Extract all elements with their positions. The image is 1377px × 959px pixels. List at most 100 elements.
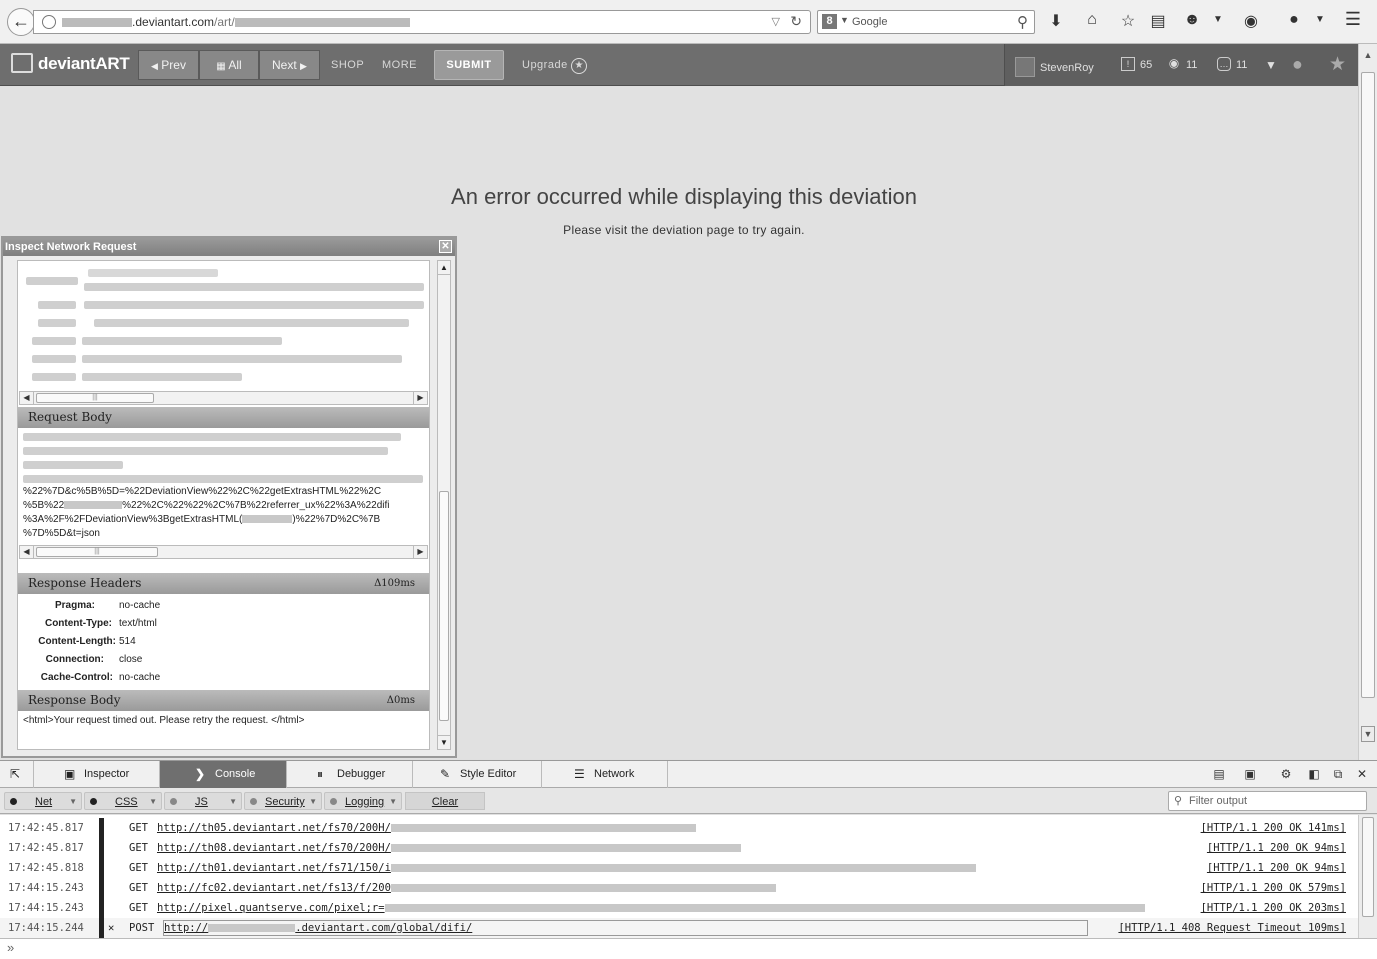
addon-leaf-icon[interactable]: ● [1283,11,1305,29]
bookmark-star-icon[interactable]: ☆ [1117,11,1139,31]
scroll-left-icon[interactable]: ◀ [20,546,34,558]
download-icon[interactable]: ⬇ [1045,11,1067,31]
responsive-mode-icon[interactable]: ▣ [1241,767,1259,781]
chevron-down-icon[interactable]: ▼ [1309,14,1331,25]
site-logo[interactable]: deviantART [11,52,130,75]
notifications-button[interactable]: ! 65 [1121,57,1152,72]
log-entry-error[interactable]: 17:44:15.244 ✕ POST http://.deviantart.c… [0,918,1360,938]
scrollbar-thumb[interactable] [1361,72,1375,698]
bookmarks-list-icon[interactable]: ▤ [1147,11,1169,31]
tab-network[interactable]: ☰ Network [542,761,668,788]
chevron-down-icon[interactable]: ▼ [1207,14,1229,25]
scroll-right-icon[interactable]: ▶ [413,546,427,558]
console-scrollbar[interactable] [1358,815,1377,938]
back-arrow-icon: ← [12,11,30,31]
split-console-icon[interactable]: ▤ [1210,767,1228,781]
net-category-marker [99,838,104,858]
close-icon[interactable]: ✕ [439,240,452,253]
devtools-toolbar: ⇱ ▣ Inspector ❯ Console ⏸ Debugger ✎ Style E… [0,760,1377,788]
dock-side-icon[interactable]: ◧ [1305,767,1323,781]
log-entry[interactable]: 17:44:15.243 GET http://pixel.quantserve… [0,898,1360,918]
address-bar[interactable]: .deviantart.com/art/ ▽ ↻ [33,10,811,34]
filter-output-input[interactable]: ⚲ Filter output [1168,791,1367,811]
watch-button[interactable]: ◉ 11 [1167,56,1198,72]
url-dropdown-icon[interactable]: ▽ [772,15,780,28]
log-url[interactable]: http://.deviantart.com/global/difi/ [163,920,1088,936]
tab-inspector[interactable]: ▣ Inspector [34,761,160,788]
console-input[interactable]: » [0,938,1377,959]
submit-button[interactable]: SUBMIT [434,50,504,80]
addon-face-icon[interactable]: ☻ [1181,11,1203,29]
filter-net[interactable]: Net ▼ [4,792,82,810]
log-url[interactable]: http://th05.deviantart.net/fs70/200H/ [157,818,737,838]
console-output: 17:42:45.817 GET http://th05.deviantart.… [0,815,1360,938]
binoculars-icon: ◉ [1168,56,1180,70]
filter-css[interactable]: CSS ▼ [84,792,162,810]
back-button[interactable]: ← [7,8,35,36]
undock-icon[interactable]: ⧉ [1329,767,1347,782]
user-profile[interactable]: StevenRoy [1015,57,1094,78]
search-icon[interactable]: ⚲ [1017,13,1028,31]
gear-icon[interactable]: ⚙ [1277,767,1295,781]
chevron-down-icon[interactable]: ▼ [1265,58,1277,72]
reload-icon[interactable]: ↻ [790,13,802,30]
upgrade-link[interactable]: Upgrade ★ [522,58,588,74]
grid-icon: ▦ [216,61,226,72]
tab-console[interactable]: ❯ Console [160,761,287,788]
filter-security[interactable]: Security ▼ [244,792,322,810]
close-icon[interactable]: ✕ [1353,767,1371,781]
next-button[interactable]: Next ▶ [259,50,320,80]
shop-link[interactable]: SHOP [331,59,364,71]
log-url[interactable]: http://fc02.deviantart.net/fs13/f/200 [157,878,807,898]
search-engine-icon[interactable]: 8 [822,14,837,29]
all-button[interactable]: ▦ All [199,50,259,80]
scroll-down-icon[interactable]: ▼ [1361,726,1375,742]
request-body-header[interactable]: Request Body [18,407,429,428]
scroll-left-icon[interactable]: ◀ [20,392,34,404]
home-icon[interactable]: ⌂ [1081,11,1103,29]
redacted-segment [390,844,741,852]
redacted-header-key [26,277,78,285]
redacted-header-key [32,337,76,345]
chevron-down-icon: ▼ [229,797,237,806]
filter-logging[interactable]: Logging ▼ [324,792,402,810]
log-entry[interactable]: 17:42:45.817 GET http://th08.deviantart.… [0,838,1360,858]
friends-icon[interactable]: ● [1292,54,1303,75]
menu-icon[interactable]: ☰ [1342,9,1364,30]
tab-debugger[interactable]: ⏸ Debugger [287,761,413,788]
header-row: Connection: close [45,654,143,665]
scroll-right-icon[interactable]: ▶ [413,392,427,404]
response-headers-header[interactable]: Response Headers Δ109ms [18,573,429,594]
clear-button[interactable]: Clear [405,792,485,810]
comments-button[interactable]: … 11 [1217,57,1247,72]
scrollbar-thumb[interactable] [1362,817,1374,917]
scrollbar-thumb[interactable]: ||| [36,393,154,403]
log-entry[interactable]: 17:44:15.243 GET http://fc02.deviantart.… [0,878,1360,898]
scrollbar-thumb[interactable] [439,491,449,721]
redacted-body-line [23,447,388,455]
log-url[interactable]: http://pixel.quantserve.com/pixel;r= [157,898,1177,918]
filter-js[interactable]: JS ▼ [164,792,242,810]
prev-button[interactable]: ◀ Prev [138,50,199,80]
scroll-down-icon[interactable]: ▼ [438,735,450,749]
scrollbar-thumb[interactable]: ||| [36,547,158,557]
page-scrollbar[interactable]: ▲ ▼ [1358,44,1377,760]
tab-style-editor[interactable]: ✎ Style Editor [413,761,542,788]
search-bar[interactable]: 8 ▼ Google ⚲ [817,10,1035,34]
scroll-up-icon[interactable]: ▲ [1361,50,1375,66]
headers-hscrollbar[interactable]: ◀ ||| ▶ [19,391,428,405]
adblock-icon[interactable]: ◉ [1240,11,1262,31]
scroll-up-icon[interactable]: ▲ [438,261,450,275]
chevron-down-icon[interactable]: ▼ [840,15,849,25]
response-body-header[interactable]: Response Body Δ0ms [18,690,429,711]
dialog-titlebar[interactable]: Inspect Network Request ✕ [3,238,455,256]
log-url[interactable]: http://th01.deviantart.net/fs71/150/i [157,858,1007,878]
log-entry[interactable]: 17:42:45.818 GET http://th01.deviantart.… [0,858,1360,878]
log-entry[interactable]: 17:42:45.817 GET http://th05.deviantart.… [0,818,1360,838]
more-link[interactable]: MORE [382,59,417,71]
favorites-star-icon[interactable]: ★ [1329,53,1346,76]
log-url[interactable]: http://th08.deviantart.net/fs70/200H/ [157,838,777,858]
dialog-vscrollbar[interactable]: ▲ ▼ [437,260,451,750]
body-hscrollbar[interactable]: ◀ ||| ▶ [19,545,428,559]
element-picker-button[interactable]: ⇱ [0,761,34,788]
